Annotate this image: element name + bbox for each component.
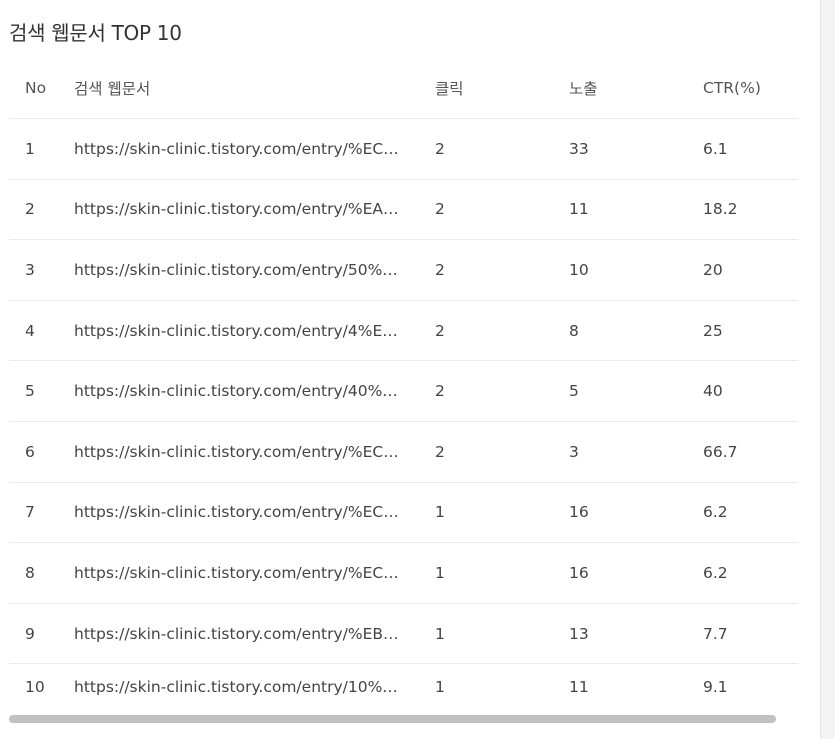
table-row: 3 https://skin-clinic.tistory.com/entry/… bbox=[9, 240, 798, 301]
clicks-value: 2 bbox=[435, 200, 445, 219]
ctr-value: 6.1 bbox=[703, 139, 728, 158]
impressions-value: 11 bbox=[569, 677, 589, 696]
clicks-value: 2 bbox=[435, 321, 445, 340]
document-url-link[interactable]: https://skin-clinic.tistory.com/entry/40… bbox=[74, 382, 399, 400]
horizontal-scrollbar-thumb[interactable] bbox=[9, 715, 776, 723]
row-number: 2 bbox=[25, 200, 35, 219]
impressions-value: 10 bbox=[569, 260, 589, 279]
document-url-link[interactable]: https://skin-clinic.tistory.com/entry/%E… bbox=[74, 625, 399, 643]
table-row: 4 https://skin-clinic.tistory.com/entry/… bbox=[9, 301, 798, 362]
vertical-scrollbar-track[interactable] bbox=[820, 0, 835, 739]
impressions-value: 8 bbox=[569, 321, 579, 340]
column-header-impressions: 노출 bbox=[569, 80, 598, 98]
clicks-value: 1 bbox=[435, 677, 445, 696]
ctr-value: 6.2 bbox=[703, 563, 728, 582]
table-row: 5 https://skin-clinic.tistory.com/entry/… bbox=[9, 361, 798, 422]
document-url-link[interactable]: https://skin-clinic.tistory.com/entry/%E… bbox=[74, 200, 399, 218]
row-number: 10 bbox=[25, 677, 45, 696]
impressions-value: 13 bbox=[569, 624, 589, 643]
clicks-value: 2 bbox=[435, 442, 445, 461]
impressions-value: 5 bbox=[569, 382, 579, 401]
table-row: 7 https://skin-clinic.tistory.com/entry/… bbox=[9, 483, 798, 544]
row-number: 4 bbox=[25, 321, 35, 340]
impressions-value: 33 bbox=[569, 139, 589, 158]
ctr-value: 40 bbox=[703, 382, 723, 401]
document-url-link[interactable]: https://skin-clinic.tistory.com/entry/50… bbox=[74, 261, 399, 279]
row-number: 3 bbox=[25, 260, 35, 279]
ctr-value: 9.1 bbox=[703, 677, 728, 696]
document-url-link[interactable]: https://skin-clinic.tistory.com/entry/4%… bbox=[74, 322, 399, 340]
row-number: 6 bbox=[25, 442, 35, 461]
column-header-url: 검색 웹문서 bbox=[74, 80, 151, 98]
document-url-link[interactable]: https://skin-clinic.tistory.com/entry/%E… bbox=[74, 443, 399, 461]
clicks-value: 2 bbox=[435, 260, 445, 279]
table-row: 10 https://skin-clinic.tistory.com/entry… bbox=[9, 664, 798, 709]
document-url-link[interactable]: https://skin-clinic.tistory.com/entry/%E… bbox=[74, 140, 399, 158]
impressions-value: 16 bbox=[569, 563, 589, 582]
row-number: 8 bbox=[25, 563, 35, 582]
impressions-value: 3 bbox=[569, 442, 579, 461]
table-row: 9 https://skin-clinic.tistory.com/entry/… bbox=[9, 604, 798, 665]
table-row: 2 https://skin-clinic.tistory.com/entry/… bbox=[9, 180, 798, 241]
top-documents-table: No 검색 웹문서 클릭 노출 CTR(%) 1 https://skin-cl… bbox=[9, 58, 798, 709]
top-documents-panel: 검색 웹문서 TOP 10 No 검색 웹문서 클릭 노출 CTR(%) 1 h… bbox=[0, 0, 820, 739]
column-header-ctr: CTR(%) bbox=[703, 79, 761, 97]
table-header-row: No 검색 웹문서 클릭 노출 CTR(%) bbox=[9, 58, 798, 119]
row-number: 9 bbox=[25, 624, 35, 643]
horizontal-scrollbar[interactable] bbox=[9, 715, 798, 724]
row-number: 7 bbox=[25, 503, 35, 522]
column-header-no: No bbox=[25, 79, 47, 97]
table-row: 6 https://skin-clinic.tistory.com/entry/… bbox=[9, 422, 798, 483]
document-url-link[interactable]: https://skin-clinic.tistory.com/entry/10… bbox=[74, 678, 399, 696]
clicks-value: 2 bbox=[435, 382, 445, 401]
clicks-value: 1 bbox=[435, 563, 445, 582]
ctr-value: 18.2 bbox=[703, 200, 738, 219]
table-row: 8 https://skin-clinic.tistory.com/entry/… bbox=[9, 543, 798, 604]
clicks-value: 1 bbox=[435, 503, 445, 522]
table-row: 1 https://skin-clinic.tistory.com/entry/… bbox=[9, 119, 798, 180]
document-url-link[interactable]: https://skin-clinic.tistory.com/entry/%E… bbox=[74, 503, 399, 521]
clicks-value: 2 bbox=[435, 139, 445, 158]
ctr-value: 66.7 bbox=[703, 442, 738, 461]
column-header-clicks: 클릭 bbox=[435, 80, 464, 98]
impressions-value: 16 bbox=[569, 503, 589, 522]
ctr-value: 25 bbox=[703, 321, 723, 340]
clicks-value: 1 bbox=[435, 624, 445, 643]
ctr-value: 7.7 bbox=[703, 624, 728, 643]
ctr-value: 20 bbox=[703, 260, 723, 279]
document-url-link[interactable]: https://skin-clinic.tistory.com/entry/%E… bbox=[74, 564, 399, 582]
row-number: 5 bbox=[25, 382, 35, 401]
impressions-value: 11 bbox=[569, 200, 589, 219]
ctr-value: 6.2 bbox=[703, 503, 728, 522]
panel-title: 검색 웹문서 TOP 10 bbox=[9, 21, 182, 45]
row-number: 1 bbox=[25, 139, 35, 158]
